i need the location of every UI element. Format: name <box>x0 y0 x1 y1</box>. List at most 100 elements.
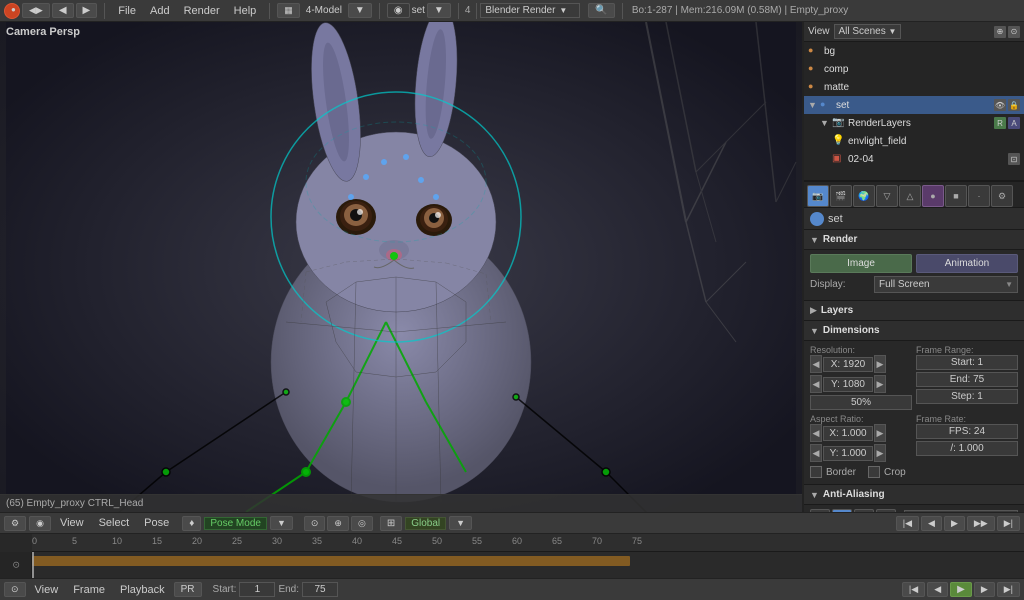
tab-world[interactable]: 🌍 <box>853 185 875 207</box>
playback-menu[interactable]: Playback <box>114 582 171 598</box>
render-section-header[interactable]: ▼ Render <box>804 230 1024 250</box>
view-menu-pose[interactable]: View <box>54 515 90 531</box>
x-res-increase[interactable]: ▶ <box>874 355 886 373</box>
view-btn-1[interactable]: ⊙ <box>304 516 326 531</box>
nav-left-btn[interactable]: ◀ <box>52 3 74 18</box>
tab-render[interactable]: 📷 <box>807 185 829 207</box>
tree-item-comp[interactable]: ● comp <box>804 60 1024 78</box>
tree-item-matte[interactable]: ● matte <box>804 78 1024 96</box>
lock-icon[interactable]: 🔒 <box>1008 99 1020 111</box>
y-res-field[interactable]: Y: 1080 <box>823 377 873 392</box>
outliner-btn-1[interactable]: ⊕ <box>994 26 1006 38</box>
pose-mode-dropdown[interactable]: ▼ <box>270 516 293 530</box>
global-dropdown[interactable]: ▼ <box>449 516 472 530</box>
tab-particles[interactable]: · <box>968 185 990 207</box>
pose-menu[interactable]: Pose <box>138 515 175 531</box>
playback-btn-5[interactable]: ▶| <box>997 516 1020 531</box>
fps-field[interactable]: FPS: 24 <box>916 424 1018 439</box>
playback-btn-2[interactable]: ◀ <box>921 516 942 531</box>
x-res-decrease[interactable]: ◀ <box>810 355 822 373</box>
tree-item-renderlayers[interactable]: ▼ 📷 RenderLayers R A <box>804 114 1024 132</box>
eye-icon[interactable]: 👁 <box>994 99 1006 111</box>
image-render-btn[interactable]: Image <box>810 254 912 273</box>
ay-field[interactable]: Y: 1.000 <box>823 446 873 461</box>
tree-item-set[interactable]: ▼ ● set 👁 🔒 <box>804 96 1024 114</box>
frame-menu[interactable]: Frame <box>67 582 111 598</box>
file-menu[interactable]: File <box>112 3 142 19</box>
nav-right-btn[interactable]: ▶ <box>76 3 98 18</box>
playback-prev[interactable]: ◀ <box>927 582 948 597</box>
tree-item-envlight[interactable]: 💡 envlight_field <box>804 132 1024 150</box>
animation-render-btn[interactable]: Animation <box>916 254 1018 273</box>
playback-btn-1[interactable]: |◀ <box>896 516 919 531</box>
pose-view-btn[interactable]: ◉ <box>29 516 51 531</box>
start-frame-field[interactable]: Start: 1 <box>916 355 1018 370</box>
view-menu-bottom[interactable]: View <box>29 582 65 598</box>
tab-object[interactable]: ▽ <box>876 185 898 207</box>
dimensions-section-header[interactable]: ▼ Dimensions <box>804 321 1024 341</box>
help-menu[interactable]: Help <box>228 3 263 19</box>
aa-btn-11[interactable]: 11 <box>854 509 874 512</box>
aa-filter-dropdown[interactable]: Mitchell-Netravali ▼ <box>904 510 1018 512</box>
transform-icon[interactable]: ⊞ <box>380 516 402 531</box>
tab-material[interactable]: ● <box>922 185 944 207</box>
icon-btn-1[interactable]: ◉ <box>387 3 410 18</box>
add-menu[interactable]: Add <box>144 3 176 19</box>
display-dropdown[interactable]: Full Screen ▼ <box>874 276 1018 293</box>
pose-mode-badge[interactable]: Pose Mode <box>204 517 267 530</box>
blender-icon-btn[interactable]: ● <box>4 3 20 19</box>
select-menu-pose[interactable]: Select <box>93 515 136 531</box>
pose-mode-icon[interactable]: ♦ <box>182 516 201 531</box>
playback-next[interactable]: ▶ <box>974 582 995 597</box>
timeline-icon-btn[interactable]: ⊙ <box>4 582 26 597</box>
engine-selector[interactable]: Blender Render ▼ <box>480 3 580 18</box>
pr-btn[interactable]: PR <box>174 582 202 597</box>
ay-decrease[interactable]: ◀ <box>810 444 822 462</box>
percent-field[interactable]: 50% <box>810 395 912 410</box>
crop-checkbox[interactable] <box>868 466 880 478</box>
border-checkbox[interactable] <box>810 466 822 478</box>
y-res-decrease[interactable]: ◀ <box>810 375 822 393</box>
tree-item-bg[interactable]: ● bg <box>804 42 1024 60</box>
layout-icon-btn[interactable]: ▦ <box>277 3 300 18</box>
playback-first[interactable]: |◀ <box>902 582 925 597</box>
ax-increase[interactable]: ▶ <box>874 424 886 442</box>
aa-btn-16[interactable]: 16 <box>876 509 896 512</box>
search-btn[interactable]: 🔍 <box>588 3 614 18</box>
timeline-track[interactable] <box>32 556 630 566</box>
playback-play-btn[interactable]: ▶ <box>950 582 972 597</box>
viewport[interactable]: Camera Persp (65) Empty_proxy CTRL_Head <box>0 22 804 512</box>
view-btn-2[interactable]: ⊕ <box>327 516 349 531</box>
rl-icon-2[interactable]: A <box>1008 117 1020 129</box>
tab-mesh[interactable]: △ <box>899 185 921 207</box>
aa-btn-5[interactable]: 5 <box>810 509 830 512</box>
scene-selector[interactable]: All Scenes ▼ <box>834 24 902 39</box>
rl-icon-1[interactable]: R <box>994 117 1006 129</box>
global-badge[interactable]: Global <box>405 517 446 530</box>
playback-last[interactable]: ▶| <box>997 582 1020 597</box>
aa-btn-8[interactable]: 8 <box>832 509 852 512</box>
tab-scene[interactable]: 🎬 <box>830 185 852 207</box>
playback-play[interactable]: ▶ <box>944 516 965 531</box>
x-res-field[interactable]: X: 1920 <box>823 357 873 372</box>
fps-ratio-field[interactable]: /: 1.000 <box>916 441 1018 456</box>
outliner-btn-2[interactable]: ⊙ <box>1008 26 1020 38</box>
layers-section-header[interactable]: ▶ Layers <box>804 301 1024 321</box>
set-dropdown[interactable]: ▼ <box>427 3 451 18</box>
step-field[interactable]: Step: 1 <box>916 389 1018 404</box>
end-frame-field[interactable]: End: 75 <box>916 372 1018 387</box>
mode-dropdown-btn[interactable]: ▼ <box>348 3 372 18</box>
pose-icon-btn[interactable]: ⚙ <box>4 516 26 531</box>
tab-texture[interactable]: ■ <box>945 185 967 207</box>
view-btn-3[interactable]: ◎ <box>351 516 373 531</box>
ax-decrease[interactable]: ◀ <box>810 424 822 442</box>
start-frame-input[interactable]: 1 <box>239 582 275 597</box>
tab-physics[interactable]: ⚙ <box>991 185 1013 207</box>
ax-field[interactable]: X: 1.000 <box>823 426 873 441</box>
playback-btn-4[interactable]: ▶▶ <box>967 516 995 531</box>
render-menu[interactable]: Render <box>178 3 226 19</box>
mode-btn[interactable]: ◀▶ <box>22 3 50 18</box>
tree-item-frame[interactable]: ▣ 02-04 ⊡ <box>804 150 1024 168</box>
y-res-increase[interactable]: ▶ <box>874 375 886 393</box>
end-frame-input[interactable]: 75 <box>302 582 338 597</box>
